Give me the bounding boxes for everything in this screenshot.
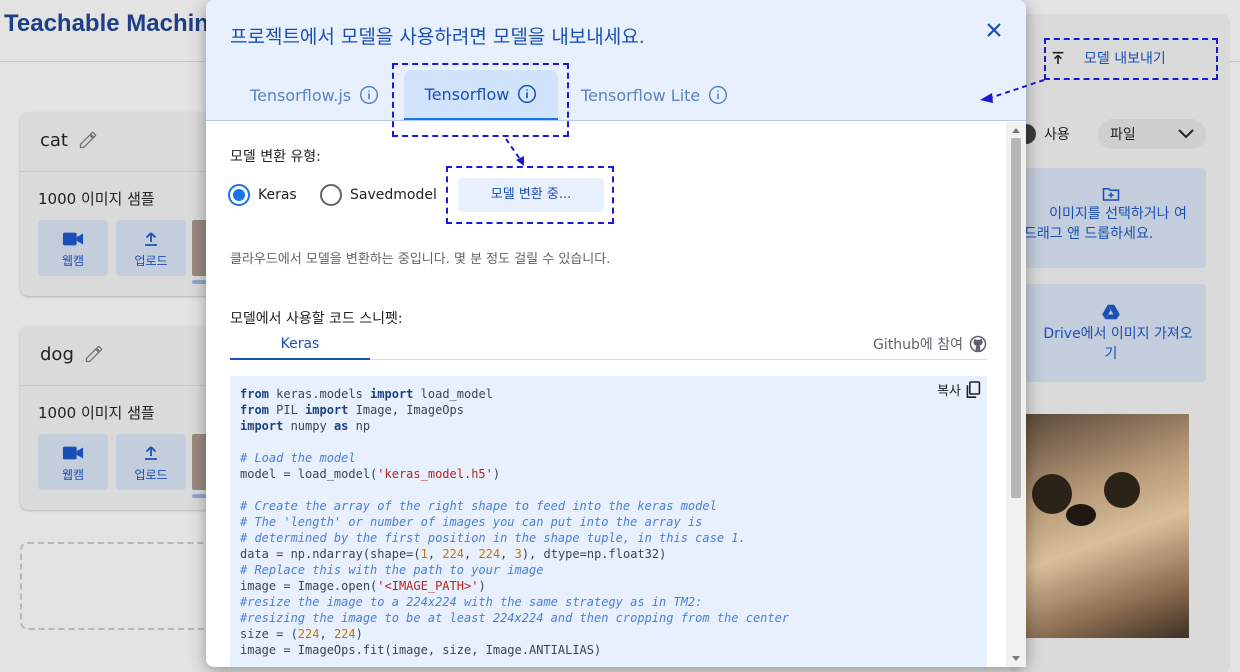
close-icon[interactable] (982, 18, 1006, 42)
tab-label: Tensorflow (424, 84, 510, 104)
dog-eye-left (1032, 474, 1072, 514)
upload-button[interactable]: 업로드 (116, 220, 186, 276)
code-line: # Create the array of the right shape to… (240, 499, 717, 513)
copy-button[interactable]: 복사 (937, 380, 981, 399)
video-camera-icon (62, 232, 84, 246)
code-line: from PIL import Image, ImageOps (240, 403, 464, 417)
app-title: Teachable Machine (4, 10, 223, 37)
export-model-label: 모델 내보내기 (1084, 51, 1166, 67)
upload-label: 업로드 (134, 254, 168, 268)
preview-image (1026, 414, 1189, 638)
sample-count: 1000 이미지 샘플 (38, 404, 155, 422)
scroll-down-icon[interactable] (1006, 653, 1026, 665)
export-dialog: 프로젝트에서 모델을 사용하려면 모델을 내보내세요. Tensorflow.j… (206, 0, 1026, 667)
dialog-header: 프로젝트에서 모델을 사용하려면 모델을 내보내세요. Tensorflow.j… (206, 0, 1026, 121)
radio-circle (320, 184, 342, 206)
export-icon (1052, 51, 1064, 64)
webcam-label: 웹캠 (61, 254, 85, 268)
class-name[interactable]: dog (40, 344, 74, 365)
code-line: #resize the image to a 224x224 with the … (240, 595, 703, 609)
drive-import-button[interactable]: Drive에서 이미지 가져오 기 (1016, 284, 1206, 382)
snippet-tab-keras[interactable]: Keras (230, 336, 370, 360)
code-line: from keras.models import load_model (240, 387, 493, 401)
upload-zone-text-1: 이미지를 선택하거나 여 (1049, 206, 1187, 222)
code-line: import numpy as np (240, 419, 371, 433)
webcam-button[interactable]: 웹캠 (38, 220, 108, 276)
drive-icon (1102, 304, 1120, 320)
export-model-button[interactable]: 모델 내보내기 (1044, 38, 1218, 78)
code-line: image = Image.open('<IMAGE_PATH>') (240, 579, 486, 593)
pencil-icon[interactable] (78, 130, 98, 150)
github-link[interactable]: Github에 참여 (873, 334, 987, 354)
code-line: image = ImageOps.fit(image, size, Image.… (240, 643, 602, 657)
class-name[interactable]: cat (40, 130, 68, 151)
source-select-value: 파일 (1110, 127, 1136, 143)
github-link-label: Github에 참여 (873, 337, 963, 353)
use-label: 사용 (1044, 127, 1070, 143)
conversion-note: 클라우드에서 모델을 변환하는 중입니다. 몇 분 정도 걸릴 수 있습니다. (230, 252, 611, 267)
upload-label: 업로드 (134, 468, 168, 482)
drive-text-2: 기 (1104, 346, 1118, 362)
radio-savedmodel[interactable]: Savedmodel (320, 184, 437, 206)
webcam-label: 웹캠 (61, 468, 85, 482)
snippet-label: 모델에서 사용할 코드 스니펫: (230, 311, 403, 327)
tab-tensorflow[interactable]: Tensorflow (404, 70, 558, 120)
tab-tensorflow-js[interactable]: Tensorflow.js (238, 70, 391, 120)
convert-model-button[interactable]: 모델 변환 중... (458, 178, 604, 212)
chevron-down-icon (1178, 129, 1194, 139)
upload-icon (145, 446, 157, 460)
code-line: # The 'length' or number of images you c… (240, 515, 703, 529)
copy-icon (966, 380, 981, 398)
upload-zone-text-2: 드래그 앤 드롭하세요. (1024, 226, 1154, 242)
github-icon (969, 335, 987, 353)
code-line: data = np.ndarray(shape=(1, 224, 224, 3)… (240, 547, 667, 561)
copy-label: 복사 (937, 384, 961, 399)
code-line: # Replace this with the path to your ima… (240, 563, 544, 577)
sample-count: 1000 이미지 샘플 (38, 190, 155, 208)
upload-button[interactable]: 업로드 (116, 434, 186, 490)
use-toggle[interactable]: 사용 (1026, 124, 1070, 144)
info-icon[interactable] (708, 85, 728, 105)
info-icon[interactable] (517, 84, 537, 104)
info-icon[interactable] (359, 85, 379, 105)
upload-icon (145, 232, 157, 246)
toggle-knob (1026, 124, 1036, 144)
code-line: size = (224, 224) (240, 627, 363, 641)
pencil-icon[interactable] (84, 344, 104, 364)
tab-label: Tensorflow Lite (581, 85, 701, 105)
conversion-type-label: 모델 변환 유형: (230, 149, 321, 165)
code-line: # determined by the first position in th… (240, 531, 746, 545)
dialog-body: 모델 변환 유형: Keras Savedmodel 모델 변환 중... 클라… (206, 122, 1012, 667)
code-line: # Load the model (240, 451, 356, 465)
upload-drop-zone[interactable]: 이미지를 선택하거나 여 드래그 앤 드롭하세요. (1016, 168, 1206, 268)
radio-label: Keras (258, 187, 297, 203)
radio-keras[interactable]: Keras (228, 184, 297, 206)
code-snippet[interactable]: 복사 from keras.models import load_model f… (230, 376, 987, 667)
drive-text-1: Drive에서 이미지 가져오 (1043, 326, 1193, 342)
code-line: model = load_model('keras_model.h5') (240, 467, 501, 481)
source-select[interactable]: 파일 (1098, 119, 1206, 149)
tab-tensorflow-lite[interactable]: Tensorflow Lite (569, 70, 740, 120)
dialog-title: 프로젝트에서 모델을 사용하려면 모델을 내보내세요. (230, 26, 645, 48)
video-camera-icon (62, 446, 84, 460)
dog-eye-right (1104, 472, 1140, 508)
snippet-tabs: Keras Github에 참여 (230, 334, 987, 360)
dialog-scrollbar[interactable] (1006, 122, 1026, 667)
tab-label: Tensorflow.js (250, 85, 352, 105)
folder-icon (1102, 188, 1120, 201)
webcam-button[interactable]: 웹캠 (38, 434, 108, 490)
code-line: #resizing the image to be at least 224x2… (240, 611, 790, 625)
radio-circle (228, 184, 250, 206)
radio-label: Savedmodel (350, 187, 437, 203)
scroll-up-icon[interactable] (1006, 124, 1026, 136)
scroll-thumb[interactable] (1011, 138, 1021, 498)
dog-nose (1066, 504, 1096, 526)
